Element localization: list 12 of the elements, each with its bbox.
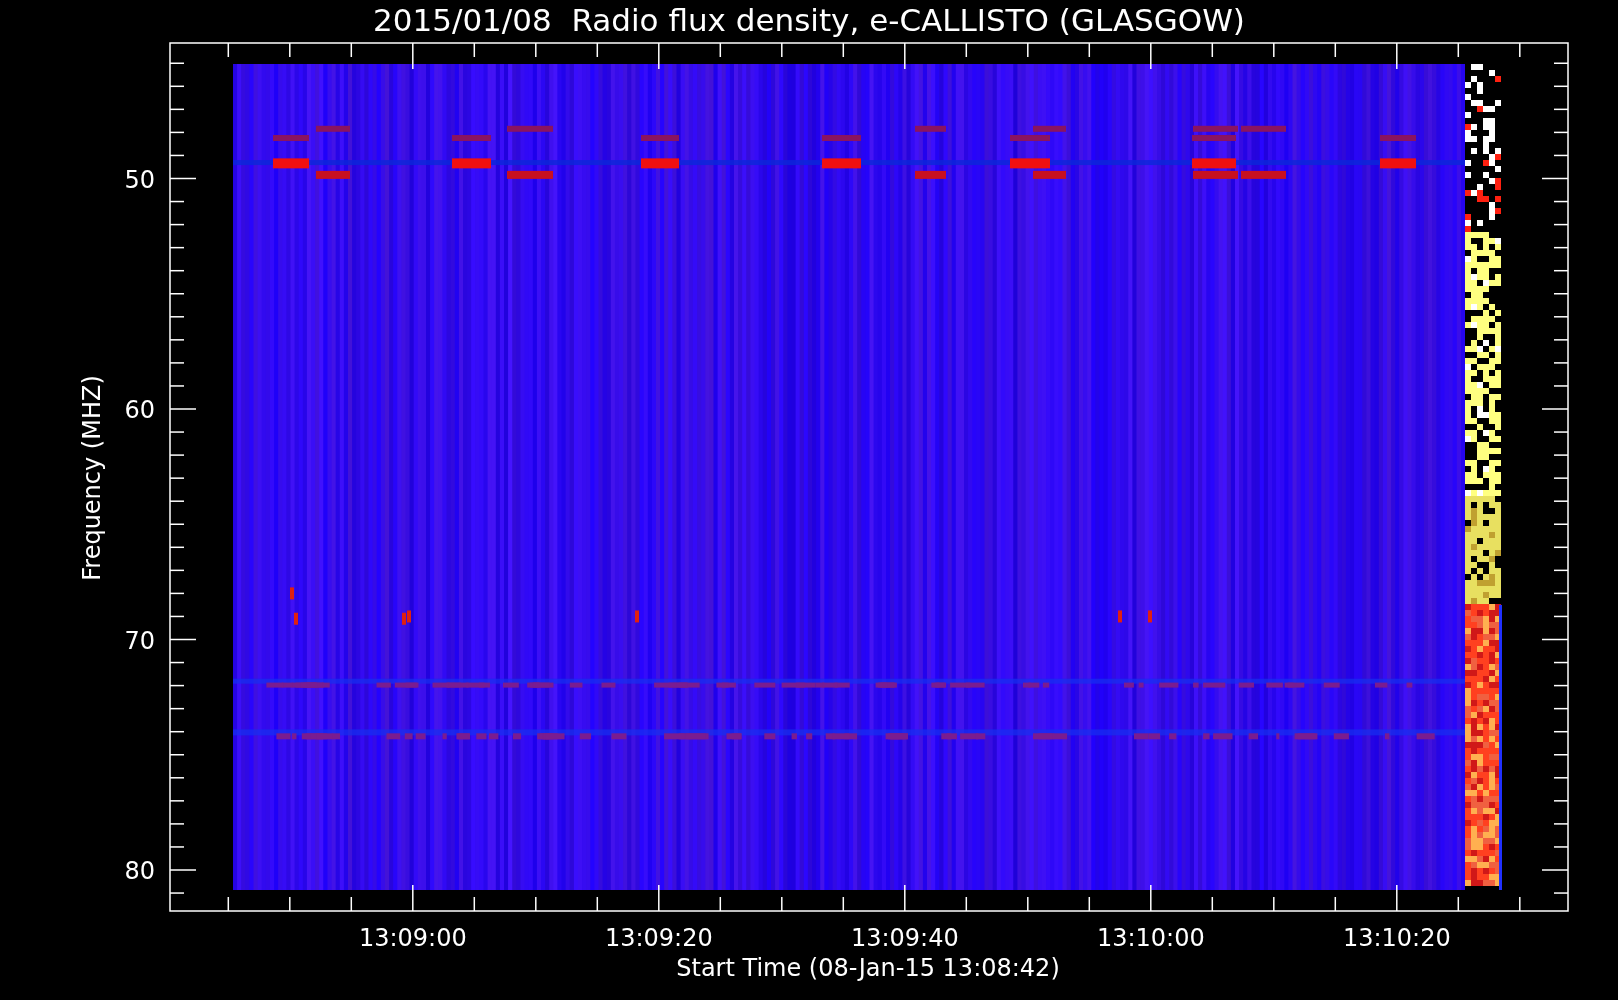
axis-label: Start Time (08-Jan-15 13:08:42): [676, 954, 1060, 982]
tick-label: 13:10:00: [1096, 924, 1205, 952]
tick-label: 60: [124, 396, 155, 424]
tick-label: 13:09:00: [358, 924, 467, 952]
chart-title: 2015/01/08 Radio flux density, e-CALLISTO (GLASGOW): [373, 2, 1245, 38]
tick-label: 80: [124, 857, 155, 885]
tick-label: 13:09:20: [604, 924, 713, 952]
axis-label: Frequency (MHZ): [78, 375, 106, 581]
tick-label: 13:09:40: [850, 924, 959, 952]
tick-label: 70: [124, 626, 155, 655]
tick-label: 13:10:20: [1342, 924, 1451, 952]
tick-label: 50: [124, 165, 155, 194]
